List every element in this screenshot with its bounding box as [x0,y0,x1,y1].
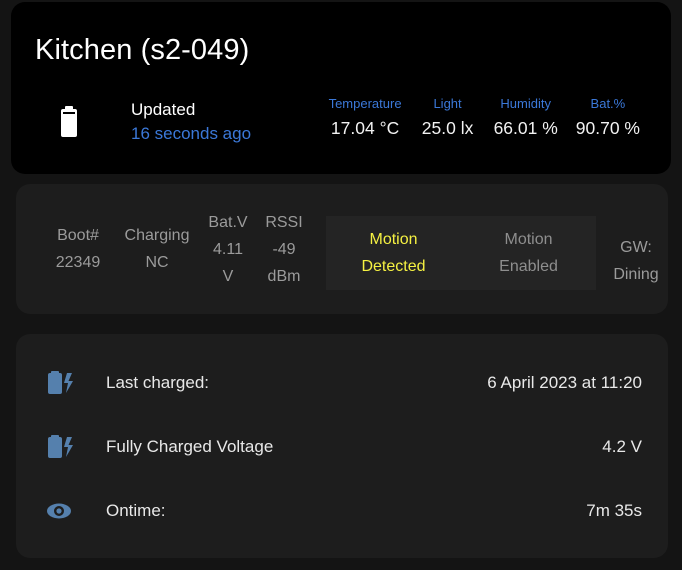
status-key: Charging [124,227,190,244]
metric-value: 90.70 % [575,118,640,138]
metric-label: Bat.% [590,96,626,111]
list-item-value: 4.2 V [602,437,642,456]
motion-enabled-line2: Enabled [499,258,558,275]
list-item-value: 7m 35s [586,501,642,520]
metric-light: Light 25.0 lx [411,94,485,142]
device-header-card: Kitchen (s2-049) Updated 16 seconds ago … [11,2,671,174]
status-gateway: GW: Dining [601,234,668,288]
status-charging: Charging NC [114,222,200,276]
sensor-detail-page: Kitchen (s2-049) Updated 16 seconds ago … [0,0,682,570]
status-value: -49 [272,240,296,258]
updated-label: Updated [131,100,196,119]
status-boot-count: Boot# 22349 [42,222,114,276]
updated-block: Updated 16 seconds ago [131,98,331,146]
battery-charging-icon [46,369,88,397]
motion-detected-line2: Detected [361,258,426,275]
status-key: Boot# [57,227,99,244]
list-item[interactable]: Fully Charged Voltage 4.2 V [16,424,668,470]
status-key: RSSI [265,213,303,231]
page-title: Kitchen (s2-049) [35,34,250,66]
metric-label: Light [433,96,462,111]
eye-icon [46,500,88,522]
status-badge-motion-detected: Motion Detected [326,226,461,280]
status-unit: dBm [267,267,301,285]
motion-enabled-line1: Motion [504,231,553,248]
battery-charging-icon [46,433,88,461]
status-battery-voltage: Bat.V 4.11 V [200,209,256,290]
metric-battery-percent: Bat.% 90.70 % [567,94,649,142]
list-item[interactable]: Last charged: 6 April 2023 at 11:20 [16,360,668,406]
list-item-label: Last charged: [106,373,210,392]
metric-value: 25.0 lx [421,118,474,138]
metric-value: 66.01 % [493,118,558,138]
status-rssi: RSSI -49 dBm [256,209,312,290]
metric-temperature: Temperature 17.04 °C [320,94,411,142]
list-item-label: Fully Charged Voltage [106,437,274,456]
updated-timestamp: 16 seconds ago [131,124,252,143]
metric-value: 17.04 °C [330,118,400,138]
battery-full-icon [58,106,80,140]
metric-humidity: Humidity 66.01 % [485,94,567,142]
motion-panel: Motion Detected Motion Enabled [326,216,596,290]
motion-detected-line1: Motion [369,231,418,248]
metric-label: Humidity [500,96,551,111]
status-value: 22349 [55,254,101,271]
status-value: NC [145,254,169,271]
gateway-value: Dining [613,266,659,283]
device-details-card: Last charged: 6 April 2023 at 11:20 Full… [16,334,668,558]
gateway-label: GW: [620,239,652,256]
header-summary-row: Updated 16 seconds ago Temperature 17.04… [35,94,659,154]
status-badge-motion-enabled: Motion Enabled [461,226,596,280]
list-item-value: 6 April 2023 at 11:20 [487,373,642,392]
list-item[interactable]: Ontime: 7m 35s [16,488,668,534]
status-key: Bat.V [208,213,248,231]
metrics-group: Temperature 17.04 °C Light 25.0 lx Humid… [320,94,649,142]
status-value: 4.11 [213,240,243,258]
list-item-label: Ontime: [106,501,166,520]
status-unit: V [222,267,234,285]
metric-label: Temperature [328,96,402,111]
device-status-card: Boot# 22349 Charging NC Bat.V 4.11 V RSS… [16,184,668,314]
